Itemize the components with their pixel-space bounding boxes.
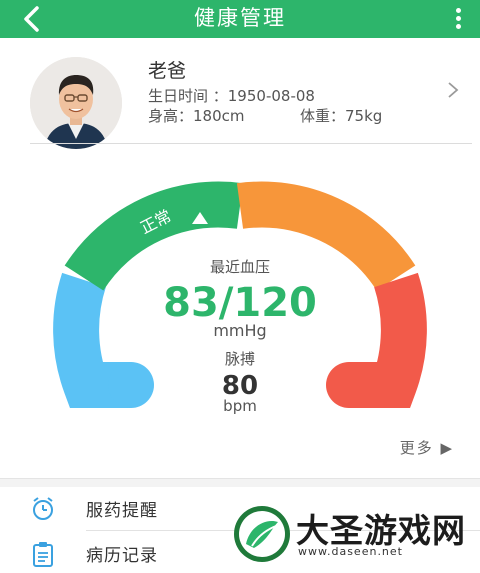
alarm-clock-icon bbox=[33, 497, 53, 520]
pulse-unit: bpm bbox=[223, 397, 257, 415]
gauge-cap-right bbox=[326, 362, 372, 408]
bp-unit: mmHg bbox=[213, 321, 266, 340]
watermark: 大圣游戏网 www.daseen.net bbox=[232, 502, 480, 566]
more-link[interactable]: 更多 ▶ bbox=[400, 437, 454, 458]
section-separator bbox=[0, 478, 480, 487]
avatar bbox=[30, 57, 122, 149]
profile-card[interactable]: 老爸 生日时间 ：1950-08-08 身高：180cm 体重：75kg bbox=[0, 38, 480, 149]
bp-value: 83/120 bbox=[163, 280, 317, 326]
more-options-button[interactable] bbox=[450, 6, 466, 32]
profile-weight: 体重：75kg bbox=[300, 107, 383, 125]
page-title: 健康管理 bbox=[194, 6, 286, 30]
clipboard-icon bbox=[33, 542, 53, 567]
menu-item-label: 服药提醒 bbox=[86, 501, 158, 521]
menu-item-label: 病历记录 bbox=[86, 546, 158, 566]
bp-label: 最近血压 bbox=[210, 258, 270, 276]
watermark-url: www.daseen.net bbox=[298, 545, 403, 558]
watermark-logo-icon bbox=[234, 506, 290, 562]
chevron-right-icon bbox=[448, 82, 459, 98]
profile-birthday: 生日时间 ：1950-08-08 bbox=[148, 87, 315, 105]
profile-name: 老爸 bbox=[148, 60, 187, 82]
profile-divider bbox=[30, 143, 472, 144]
more-vertical-icon bbox=[455, 8, 461, 13]
profile-height: 身高：180cm bbox=[148, 107, 245, 125]
pulse-label: 脉搏 bbox=[225, 350, 255, 368]
blood-pressure-gauge: 正常 最近血压 83/120 mmHg 脉搏 80 bpm bbox=[53, 181, 427, 415]
gauge-cap-left bbox=[108, 362, 154, 408]
top-bar: 健康管理 bbox=[0, 0, 480, 38]
